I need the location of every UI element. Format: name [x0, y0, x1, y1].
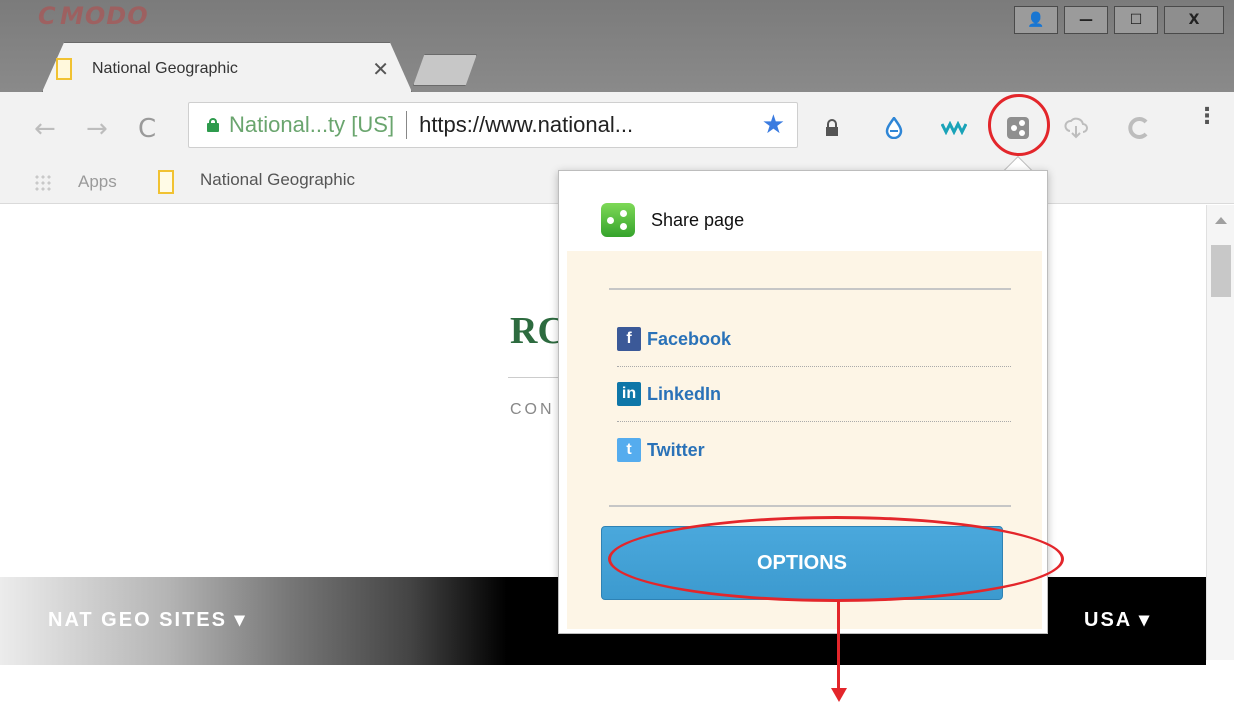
- forward-button[interactable]: →: [86, 114, 108, 144]
- link-separator: [617, 366, 1011, 367]
- page-subheading-fragment: CON: [510, 401, 555, 418]
- linkedin-icon: in: [617, 382, 641, 406]
- natgeo-favicon-icon: [56, 58, 72, 80]
- apps-grid-icon[interactable]: [34, 174, 52, 192]
- new-tab-button[interactable]: [413, 54, 477, 86]
- url-text[interactable]: https://www.national...: [419, 112, 762, 138]
- secure-lock-icon[interactable]: [207, 118, 219, 132]
- twitter-label[interactable]: Twitter: [647, 440, 705, 461]
- highlight-circle-annotation: [988, 94, 1050, 156]
- highlight-ellipse-annotation: [608, 516, 1064, 602]
- page-scrollbar[interactable]: [1206, 205, 1234, 660]
- twitter-icon: t: [617, 438, 641, 462]
- facebook-icon: f: [617, 327, 641, 351]
- divider-top: [609, 288, 1011, 290]
- share-linkedin-link[interactable]: in LinkedIn: [617, 382, 721, 406]
- link-separator: [617, 421, 1011, 422]
- address-separator: [406, 111, 408, 139]
- comodo-c-icon[interactable]: [1124, 114, 1152, 142]
- linkedin-label[interactable]: LinkedIn: [647, 384, 721, 405]
- region-selector[interactable]: USA ▾: [1084, 607, 1151, 632]
- natgeo-bookmark-icon: [158, 170, 174, 194]
- tab-title: National Geographic: [92, 60, 238, 77]
- close-window-button[interactable]: X: [1164, 6, 1224, 34]
- title-bar: C MODO National Geographic ✕ 👤 — ☐ X: [0, 0, 1234, 92]
- maximize-button[interactable]: ☐: [1114, 6, 1158, 34]
- nat-geo-sites-menu[interactable]: NAT GEO SITES ▾: [48, 607, 247, 632]
- facebook-label[interactable]: Facebook: [647, 329, 731, 350]
- callout-arrow-head-icon: [831, 688, 847, 702]
- wave-icon[interactable]: [940, 114, 968, 142]
- back-button[interactable]: ←: [34, 114, 56, 144]
- user-profile-button[interactable]: 👤: [1014, 6, 1058, 34]
- share-header: Share page: [601, 203, 744, 237]
- bookmark-national-geographic[interactable]: National Geographic: [200, 170, 355, 190]
- page-heading-fragment: RC: [510, 310, 565, 352]
- window-controls: 👤 — ☐ X: [1014, 6, 1224, 34]
- bookmark-apps[interactable]: Apps: [78, 172, 117, 192]
- share-page-title: Share page: [651, 209, 745, 230]
- minimize-button[interactable]: —: [1064, 6, 1108, 34]
- tab-content[interactable]: National Geographic ✕: [52, 50, 397, 88]
- ev-certificate-label[interactable]: National...ty [US]: [229, 112, 394, 138]
- droplet-icon[interactable]: [880, 114, 908, 142]
- scroll-thumb[interactable]: [1211, 245, 1231, 297]
- bookmark-star-icon[interactable]: ★: [762, 110, 785, 140]
- share-twitter-link[interactable]: t Twitter: [617, 438, 705, 462]
- share-facebook-link[interactable]: f Facebook: [617, 327, 731, 351]
- callout-arrow-line: [837, 600, 840, 692]
- tab-close-icon[interactable]: ✕: [372, 57, 389, 81]
- scroll-up-arrow-icon[interactable]: [1215, 217, 1227, 224]
- browser-menu-icon[interactable]: ⋮: [1196, 106, 1218, 128]
- divider-bottom: [609, 505, 1011, 507]
- comodo-logo-initial: C: [38, 2, 56, 30]
- reload-button[interactable]: C: [138, 114, 156, 144]
- address-bar[interactable]: National...ty [US] https://www.national.…: [188, 102, 798, 148]
- comodo-logo: MODO: [60, 2, 149, 30]
- browser-window: C MODO National Geographic ✕ 👤 — ☐ X ← →…: [0, 0, 1234, 708]
- share-page-logo-icon: [601, 203, 635, 237]
- download-icon[interactable]: [1062, 114, 1090, 142]
- lock-icon[interactable]: [818, 114, 846, 142]
